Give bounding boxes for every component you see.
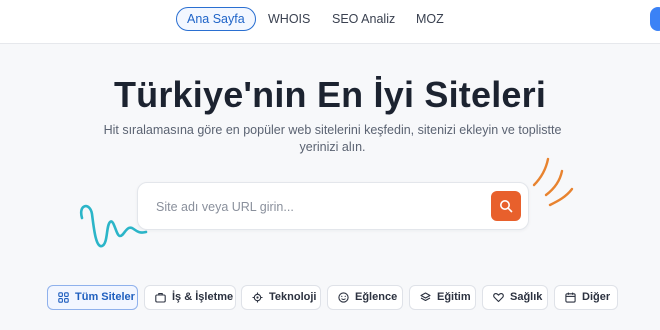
category-label: Eğlence: [355, 291, 398, 303]
category-saglik[interactable]: Sağlık: [482, 285, 548, 310]
category-eglence[interactable]: Eğlence: [327, 285, 403, 310]
search-icon: [500, 200, 513, 213]
grid-icon: [58, 292, 69, 303]
search-button[interactable]: [491, 191, 521, 221]
top-navigation: Ana Sayfa WHOIS SEO Analiz MOZ: [0, 0, 660, 44]
heart-icon: [493, 293, 504, 303]
nav-item-whois[interactable]: WHOIS: [257, 7, 321, 31]
nav-action-button[interactable]: [650, 7, 660, 31]
nav-item-ana-sayfa[interactable]: Ana Sayfa: [176, 7, 256, 31]
search-input[interactable]: [156, 197, 486, 217]
category-egitim[interactable]: Eğitim: [409, 285, 476, 310]
category-teknoloji[interactable]: Teknoloji: [241, 285, 321, 310]
smile-icon: [338, 292, 349, 303]
briefcase-icon: [155, 293, 166, 303]
page-subtitle: Hit sıralamasına göre en popüler web sit…: [103, 123, 562, 154]
category-label: Sağlık: [510, 291, 543, 303]
category-label: Teknoloji: [269, 291, 317, 303]
category-label: Diğer: [582, 291, 611, 303]
gear-icon: [252, 292, 263, 303]
category-label: İş & İşletme: [172, 291, 234, 303]
category-tum-siteler[interactable]: Tüm Siteler: [47, 285, 138, 310]
search-box: [137, 182, 529, 230]
category-is-isletme[interactable]: İş & İşletme: [144, 285, 236, 310]
category-label: Tüm Siteler: [75, 291, 135, 303]
nav-item-seo-analiz[interactable]: SEO Analiz: [321, 7, 406, 31]
layers-icon: [420, 292, 431, 302]
nav-item-moz[interactable]: MOZ: [405, 7, 455, 31]
category-diger[interactable]: Diğer: [554, 285, 618, 310]
orange-sparkle-decoration: [532, 157, 574, 207]
page-title: Türkiye'nin En İyi Siteleri: [113, 74, 547, 115]
calendar-icon: [565, 292, 576, 303]
category-label: Eğitim: [437, 291, 471, 303]
